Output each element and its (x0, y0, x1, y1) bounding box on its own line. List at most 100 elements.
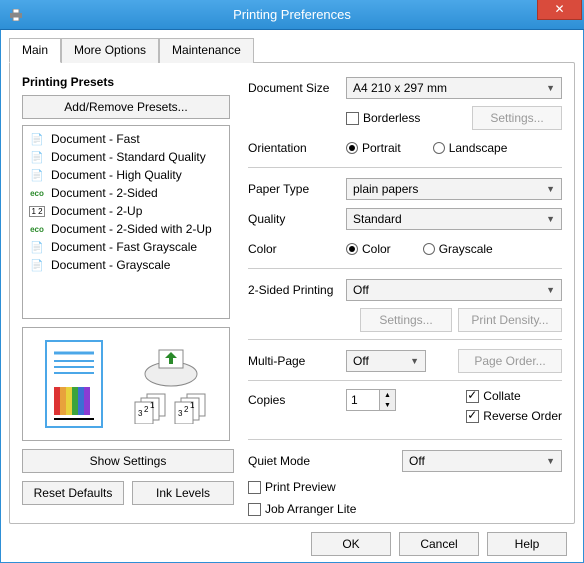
preset-label: Document - 2-Up (51, 204, 142, 218)
copies-label: Copies (248, 389, 340, 407)
ink-levels-button[interactable]: Ink Levels (132, 481, 234, 505)
close-button[interactable]: ✕ (537, 0, 582, 20)
checkbox-icon (346, 112, 359, 125)
presets-listbox[interactable]: 📄Document - Fast 📄Document - Standard Qu… (22, 125, 230, 319)
document-size-label: Document Size (248, 81, 340, 95)
color-option-label: Color (362, 242, 391, 256)
quiet-mode-label: Quiet Mode (248, 454, 396, 468)
preset-label: Document - Grayscale (51, 258, 170, 272)
chevron-down-icon: ▼ (542, 285, 559, 295)
paper-type-value: plain papers (353, 182, 418, 196)
job-arranger-label: Job Arranger Lite (265, 502, 356, 516)
window-title: Printing Preferences (0, 7, 584, 22)
grayscale-option-label: Grayscale (439, 242, 493, 256)
checkbox-icon (466, 390, 479, 403)
preset-item[interactable]: 📄Document - Fast (25, 130, 227, 148)
radio-icon (346, 243, 358, 255)
svg-text:1: 1 (150, 401, 155, 410)
copies-value: 1 (347, 390, 379, 410)
radio-icon (433, 142, 445, 154)
dialog-body: Main More Options Maintenance Printing P… (0, 30, 584, 563)
preset-label: Document - Fast Grayscale (51, 240, 197, 254)
collate-label: Collate (483, 389, 520, 403)
quality-combo[interactable]: Standard ▼ (346, 208, 562, 230)
checkbox-icon (248, 481, 261, 494)
spinner-up-icon[interactable]: ▲ (380, 390, 395, 400)
tab-maintenance[interactable]: Maintenance (159, 38, 254, 63)
svg-text:2: 2 (184, 405, 189, 414)
tabstrip: Main More Options Maintenance (9, 38, 575, 63)
orientation-portrait-radio[interactable]: Portrait (346, 141, 401, 155)
color-grayscale-radio[interactable]: Grayscale (423, 242, 493, 256)
color-color-radio[interactable]: Color (346, 242, 391, 256)
color-label: Color (248, 242, 340, 256)
quiet-mode-combo[interactable]: Off ▼ (402, 450, 562, 472)
preset-label: Document - Fast (51, 132, 140, 146)
twosided-value: Off (353, 283, 369, 297)
preset-item[interactable]: 📄 Document - Fast Grayscale (25, 238, 227, 256)
document-gray-icon: 📄 (29, 259, 45, 272)
orientation-portrait-label: Portrait (362, 141, 401, 155)
ok-button[interactable]: OK (311, 532, 391, 556)
close-icon: ✕ (554, 2, 564, 16)
orientation-landscape-label: Landscape (449, 141, 508, 155)
paper-type-label: Paper Type (248, 182, 340, 196)
help-button[interactable]: Help (487, 532, 567, 556)
collate-illustration-icon: 321 321 (133, 392, 209, 424)
radio-icon (346, 142, 358, 154)
preset-item[interactable]: 1 2Document - 2-Up (25, 202, 227, 220)
quality-label: Quality (248, 212, 340, 226)
document-size-combo[interactable]: A4 210 x 297 mm ▼ (346, 77, 562, 99)
copies-spinner[interactable]: 1 ▲ ▼ (346, 389, 396, 411)
document-size-value: A4 210 x 297 mm (353, 81, 447, 95)
document-gray-icon: 📄 (29, 241, 45, 254)
spinner-down-icon[interactable]: ▼ (380, 400, 395, 410)
preset-item[interactable]: 📄 Document - Standard Quality (25, 148, 227, 166)
titlebar: Printing Preferences ✕ (0, 0, 584, 30)
tab-main[interactable]: Main (9, 38, 61, 63)
twosided-label: 2-Sided Printing (248, 283, 340, 297)
print-preview-checkbox[interactable]: Print Preview (248, 480, 336, 494)
chevron-down-icon: ▼ (542, 83, 559, 93)
eco-icon: eco (29, 225, 45, 234)
preset-item[interactable]: eco Document - 2-Sided (25, 184, 227, 202)
twosided-settings-button: Settings... (360, 308, 452, 332)
multipage-combo[interactable]: Off ▼ (346, 350, 426, 372)
svg-text:3: 3 (178, 409, 183, 418)
job-arranger-checkbox[interactable]: Job Arranger Lite (248, 502, 356, 516)
borderless-settings-button: Settings... (472, 106, 562, 130)
page-order-button: Page Order... (458, 349, 562, 373)
chevron-down-icon: ▼ (406, 356, 423, 366)
borderless-label: Borderless (363, 111, 420, 125)
multipage-value: Off (353, 354, 369, 368)
borderless-checkbox[interactable]: Borderless (346, 111, 420, 125)
cancel-button[interactable]: Cancel (399, 532, 479, 556)
twosided-combo[interactable]: Off ▼ (346, 279, 562, 301)
tab-more-options[interactable]: More Options (61, 38, 159, 63)
preset-item[interactable]: 📄 Document - Grayscale (25, 256, 227, 274)
tab-panel-main: Printing Presets Add/Remove Presets... 📄… (9, 62, 575, 524)
preset-label: Document - 2-Sided (51, 186, 158, 200)
add-remove-presets-button[interactable]: Add/Remove Presets... (22, 95, 230, 119)
chevron-down-icon: ▼ (542, 456, 559, 466)
preset-label: Document - High Quality (51, 168, 182, 182)
reset-defaults-button[interactable]: Reset Defaults (22, 481, 124, 505)
orientation-landscape-radio[interactable]: Landscape (433, 141, 508, 155)
printer-illustration-icon (141, 344, 201, 388)
print-density-button: Print Density... (458, 308, 562, 332)
svg-text:2: 2 (144, 405, 149, 414)
show-settings-button[interactable]: Show Settings (22, 449, 234, 473)
preset-item[interactable]: eco Document - 2-Sided with 2-Up (25, 220, 227, 238)
eco-icon: eco (29, 189, 45, 198)
document-icon: 📄 (29, 151, 45, 164)
paper-type-combo[interactable]: plain papers ▼ (346, 178, 562, 200)
print-preview-label: Print Preview (265, 480, 336, 494)
svg-text:1: 1 (190, 401, 195, 410)
preset-label: Document - 2-Sided with 2-Up (51, 222, 212, 236)
collate-checkbox[interactable]: Collate (466, 389, 562, 403)
preset-label: Document - Standard Quality (51, 150, 206, 164)
reverse-order-label: Reverse Order (483, 409, 562, 423)
reverse-order-checkbox[interactable]: Reverse Order (466, 409, 562, 423)
dialog-footer: OK Cancel Help (9, 524, 575, 556)
preset-item[interactable]: 📄Document - High Quality (25, 166, 227, 184)
